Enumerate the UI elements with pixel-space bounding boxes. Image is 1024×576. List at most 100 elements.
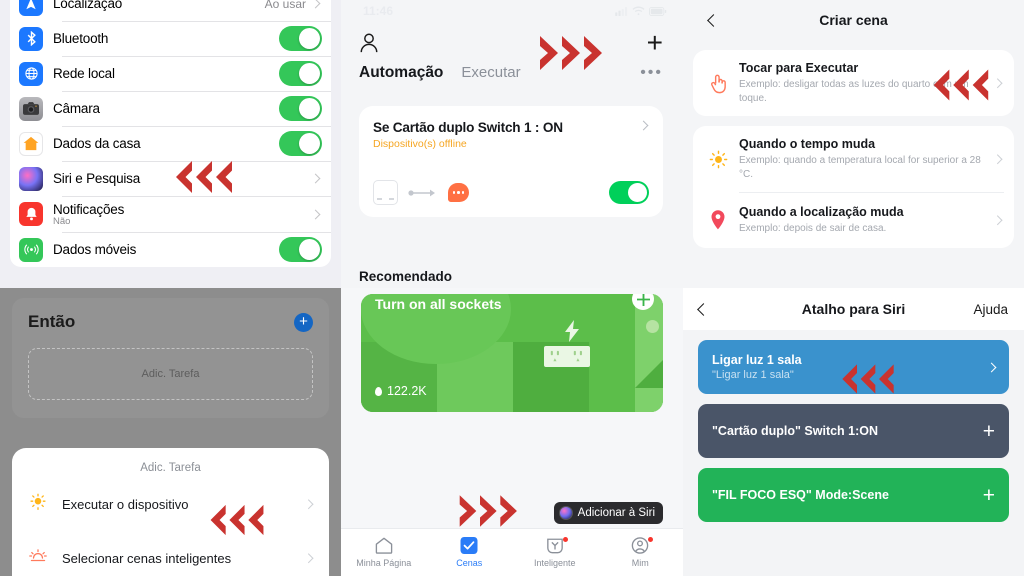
toggle-local-network[interactable] <box>279 61 322 86</box>
tab-label: Cenas <box>456 558 483 568</box>
scene-title: Turn on all sockets <box>375 296 502 312</box>
badge-dot <box>562 537 568 542</box>
scene-option-tap-to-run[interactable]: Tocar para Executar Exemplo: desligar to… <box>693 50 1014 116</box>
scene-option-card-conditions: Quando o tempo muda Exemplo: quando a te… <box>693 126 1014 248</box>
help-button[interactable]: Ajuda <box>973 302 1008 317</box>
scene-option-title: Quando o tempo muda <box>739 137 876 151</box>
shortcut-item-cartao-duplo[interactable]: "Cartão duplo" Switch 1:ON + <box>698 404 1009 458</box>
settings-row-cellular-data[interactable]: Dados móveis <box>10 232 331 267</box>
scene-icon <box>26 548 50 569</box>
cellular-signal-icon <box>615 6 628 16</box>
add-shortcut-icon[interactable]: + <box>983 485 995 506</box>
settings-row-local-network[interactable]: Rede local <box>10 56 331 91</box>
settings-row-location[interactable]: Localização Ao usar <box>10 0 331 21</box>
create-scene-header: Criar cena <box>693 0 1014 40</box>
automation-topbar: + <box>341 22 683 64</box>
add-shortcut-icon[interactable]: + <box>983 421 995 442</box>
add-task-sheet: Adic. Tarefa Executar o dispositivo Sele… <box>12 448 329 576</box>
tab-label: Inteligente <box>533 558 576 568</box>
toggle-home-data[interactable] <box>279 131 322 156</box>
panel-then-action: Então + Adic. Tarefa Adic. Tarefa Execut… <box>0 288 341 576</box>
automation-card[interactable]: Se Cartão duplo Switch 1 : ON Dispositiv… <box>359 106 663 217</box>
scene-shape <box>589 342 635 412</box>
toggle-cellular-data[interactable] <box>279 237 322 262</box>
scene-option-title: Tocar para Executar <box>739 61 859 75</box>
panel-automation: 11:46 + Automação Executar ••• Se Cartão… <box>341 0 683 288</box>
scene-count: 122.2K <box>375 384 427 398</box>
add-automation-button[interactable]: + <box>647 29 663 57</box>
scene-count-value: 122.2K <box>387 384 427 398</box>
location-icon <box>19 0 43 16</box>
scene-option-location-change[interactable]: Quando a localização muda Exemplo: depoi… <box>693 192 1014 248</box>
add-to-siri-label: Adicionar à Siri <box>577 507 655 519</box>
siri-shortcut-header: Atalho para Siri Ajuda <box>683 288 1024 330</box>
scene-option-desc: Exemplo: quando a temperatura local for … <box>739 155 981 180</box>
pin-icon <box>705 210 731 230</box>
settings-row-notifications[interactable]: Notificações Não <box>10 196 331 232</box>
shortcut-title: Ligar luz 1 sala <box>712 353 802 367</box>
bolt-icon <box>564 320 580 347</box>
scene-card[interactable]: Turn on all sockets 122.2K <box>361 294 663 412</box>
add-task-button[interactable]: + <box>294 312 313 332</box>
shortcut-item-fil-foco-esq[interactable]: "FIL FOCO ESQ" Mode:Scene + <box>698 468 1009 522</box>
sheet-item-label: Executar o dispositivo <box>62 496 189 512</box>
tab-cenas[interactable]: Cenas <box>427 537 513 568</box>
then-card: Então + Adic. Tarefa <box>12 298 329 418</box>
shortcut-title: "Cartão duplo" Switch 1:ON <box>712 424 879 438</box>
add-to-siri-button[interactable]: Adicionar à Siri <box>553 502 663 524</box>
notifications-icon <box>19 202 43 226</box>
recommended-section-title: Recomendado <box>359 269 453 284</box>
sheet-item-select-scenes[interactable]: Selecionar cenas inteligentes <box>12 534 329 576</box>
settings-row-label: Dados da casa <box>53 136 141 151</box>
shortcut-phrase: "Ligar luz 1 sala" <box>712 369 794 381</box>
settings-row-bluetooth[interactable]: Bluetooth <box>10 21 331 56</box>
bottom-tab-bar: Minha Página Cenas Inteligente Mim <box>341 528 683 576</box>
siri-icon <box>558 506 573 520</box>
profile-icon <box>631 537 649 554</box>
settings-card: Localização Ao usar Bluetooth Rede local… <box>10 0 331 267</box>
wifi-icon <box>632 6 645 16</box>
profile-icon[interactable] <box>359 32 379 54</box>
scene-option-card-tap: Tocar para Executar Exemplo: desligar to… <box>693 50 1014 116</box>
toggle-automation[interactable] <box>609 181 649 204</box>
shortcut-title: "FIL FOCO ESQ" Mode:Scene <box>712 488 889 502</box>
status-bar: 11:46 <box>341 0 683 22</box>
chevron-right-icon <box>303 499 313 509</box>
tab-automacao[interactable]: Automação <box>359 64 443 82</box>
chevron-right-icon <box>992 215 1002 225</box>
sun-icon <box>705 150 731 169</box>
scene-shape <box>635 294 663 412</box>
toggle-bluetooth[interactable] <box>279 26 322 51</box>
tab-label: Minha Página <box>356 558 412 568</box>
bulb-icon <box>26 493 50 516</box>
tab-mim[interactable]: Mim <box>598 537 684 568</box>
settings-row-label: Notificações <box>53 201 125 217</box>
add-task-placeholder[interactable]: Adic. Tarefa <box>28 348 313 400</box>
toggle-camera[interactable] <box>279 96 322 121</box>
settings-row-home-data[interactable]: Dados da casa <box>10 126 331 161</box>
scene-option-weather-change[interactable]: Quando o tempo muda Exemplo: quando a te… <box>693 126 1014 192</box>
sheet-title: Adic. Tarefa <box>140 462 201 474</box>
scene-dot <box>646 320 659 333</box>
sheet-item-run-device[interactable]: Executar o dispositivo <box>12 480 329 528</box>
settings-row-camera[interactable]: Câmara <box>10 91 331 126</box>
then-card-header: Então + <box>28 312 313 332</box>
chevron-right-icon <box>303 553 313 563</box>
chevron-right-icon <box>992 78 1002 88</box>
settings-row-value: Ao usar <box>264 0 306 11</box>
tap-hand-icon <box>705 73 731 94</box>
tab-minha-pagina[interactable]: Minha Página <box>341 537 427 568</box>
shortcut-item-ligar-luz[interactable]: Ligar luz 1 sala "Ligar luz 1 sala" <box>698 340 1009 394</box>
tab-inteligente[interactable]: Inteligente <box>512 537 598 568</box>
more-options-icon[interactable]: ••• <box>640 64 663 82</box>
settings-row-siri-search[interactable]: Siri e Pesquisa <box>10 161 331 196</box>
home-icon <box>19 131 43 156</box>
status-time: 11:46 <box>363 4 394 18</box>
tab-label: Mim <box>631 558 649 568</box>
tab-executar[interactable]: Executar <box>461 64 520 81</box>
page-title: Criar cena <box>819 12 888 28</box>
settings-row-label: Bluetooth <box>53 31 109 46</box>
settings-row-sublabel: Não <box>53 215 71 227</box>
chevron-right-icon <box>986 362 997 372</box>
automation-card-footer <box>373 180 649 205</box>
